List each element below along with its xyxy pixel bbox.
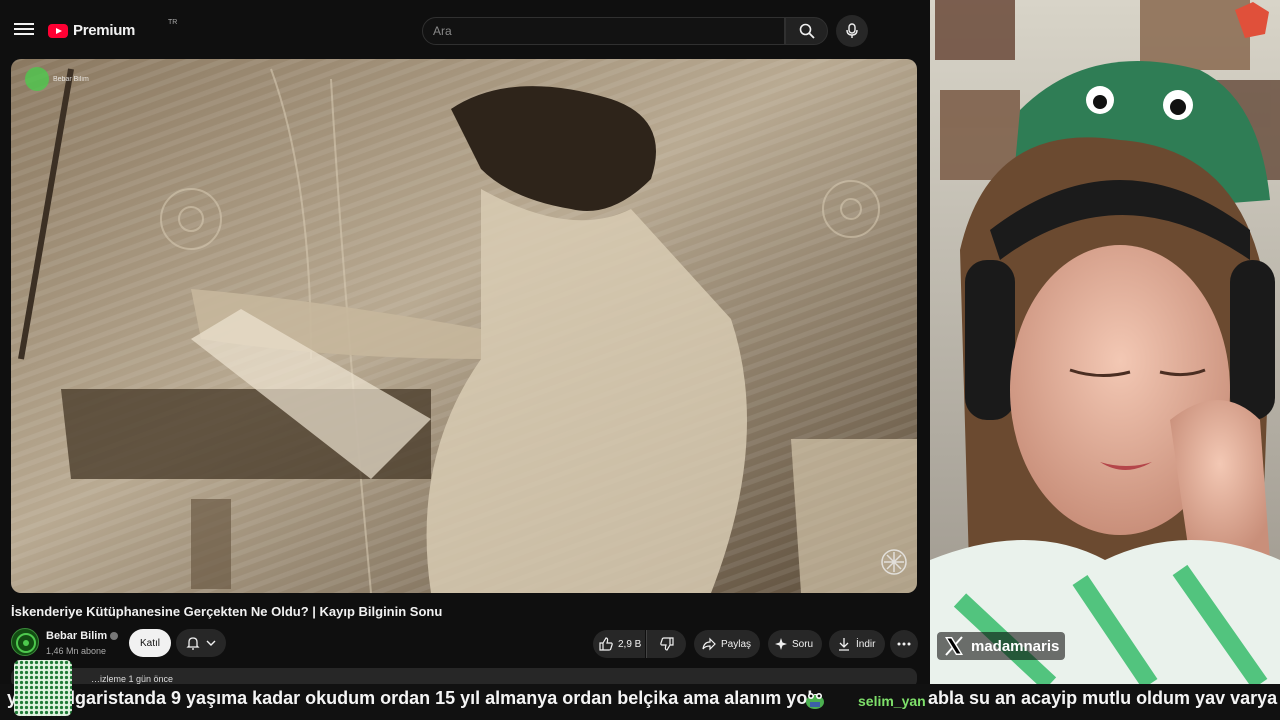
ticker-username: selim_yan [858,693,926,709]
microphone-icon [846,23,858,38]
download-icon [839,638,849,651]
search-button[interactable] [785,17,828,45]
x-logo-icon [945,636,963,656]
top-bar: Premium TR Ara [0,0,930,60]
join-button[interactable]: Katıl [129,629,171,657]
share-label: Paylaş [721,638,752,650]
channel-logo-icon [16,633,36,653]
voice-search-button[interactable] [836,15,868,47]
download-label: İndir [856,638,876,650]
search-placeholder: Ara [433,24,452,38]
channel-sticker-overlay [14,660,72,716]
search-input[interactable]: Ara [422,17,785,45]
youtube-premium-logo[interactable]: Premium TR [48,19,177,39]
social-handle-text: madamnaris [971,637,1060,655]
logo-text: Premium [73,22,136,39]
subscriber-count: 1,46 Mn abone [46,646,107,656]
ticker-message: yani bulgaristanda 9 yaşıma kadar okudum… [7,688,818,708]
bell-icon [186,637,200,650]
chat-ticker: yani bulgaristanda 9 yaşıma kadar okudum… [0,684,1280,720]
ask-label: Soru [792,638,814,650]
video-player[interactable]: Bebar Bilim [11,59,917,593]
ticker-message: abla su an acayip mutlu oldum yav varya [928,688,1278,708]
channel-name[interactable]: Bebar Bilim [46,630,119,642]
more-actions-button[interactable] [890,630,918,658]
channel-watermark[interactable]: Bebar Bilim [25,67,89,91]
video-frame [11,59,917,593]
search-icon [799,23,815,39]
hamburger-menu-button[interactable] [14,20,34,40]
verified-badge-icon [110,632,119,640]
channel-avatar[interactable] [11,628,39,656]
watermark-text: Bebar Bilim [53,75,89,83]
logo-country-code: TR [168,19,178,26]
frog-emote-icon [806,693,824,709]
channel-watermark-logo [25,67,49,91]
social-handle-overlay: madamnaris [937,632,1066,660]
share-button[interactable]: Paylaş [694,630,760,658]
thumbs-up-icon [599,637,613,651]
video-title: İskenderiye Kütüphanesine Gerçekten Ne O… [11,604,443,619]
chevron-down-icon [206,640,216,646]
more-horizontal-icon [897,642,911,646]
streamer-camera-image [930,0,1280,684]
share-icon [702,637,716,651]
ask-button[interactable]: Soru [768,630,822,658]
like-count: 2,9 B [618,638,642,650]
download-button[interactable]: İndir [829,630,885,658]
webcam-feed [930,0,1280,684]
youtube-play-icon [48,23,68,38]
sparkle-icon [775,638,787,650]
like-button[interactable]: 2,9 B [593,630,645,658]
notification-bell-button[interactable] [176,629,226,657]
description-box[interactable]: …izleme 1 gün önce [11,668,917,684]
thumbs-down-icon [659,637,674,651]
youtube-window: Premium TR Ara Bebar Bilim İskenderiye K… [0,0,930,684]
channel-name-text: Bebar Bilim [46,630,108,642]
corner-brand-icon [881,549,907,575]
green-pattern-icon [14,660,72,716]
description-meta: …izleme 1 gün önce [91,674,174,684]
dislike-button[interactable] [646,630,686,658]
